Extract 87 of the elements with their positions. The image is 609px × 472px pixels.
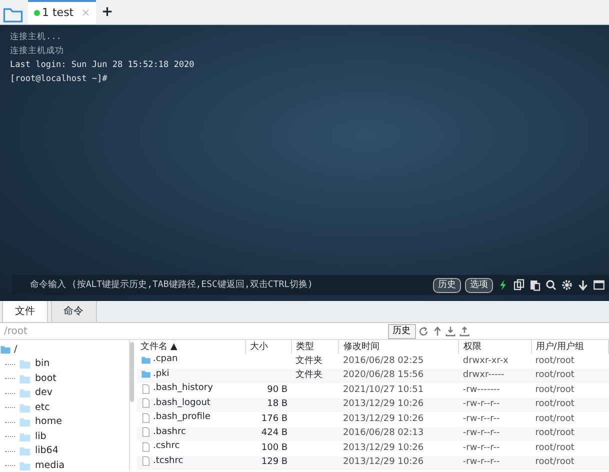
file-name-cell[interactable]: .bash_history: [136, 383, 246, 398]
table-cell: root/root: [531, 383, 608, 398]
table-cell: 18 B: [245, 398, 292, 412]
table-cell: 2013/12/29 10:26: [338, 412, 459, 426]
add-tab-button[interactable]: +: [101, 2, 114, 22]
table-cell: 文件夹: [292, 368, 339, 383]
folder-icon: [18, 358, 32, 370]
table-cell: 2013/12/29 10:26: [338, 398, 459, 412]
tree-item[interactable]: bin: [0, 357, 129, 372]
file-name-cell[interactable]: .cpan: [136, 354, 246, 368]
table-cell: root/root: [531, 354, 608, 368]
table-cell: 129 B: [245, 456, 292, 470]
table-cell: -rw-r--r--: [458, 412, 532, 426]
refresh-icon[interactable]: [418, 326, 429, 336]
session-tab[interactable]: 1 test ×: [28, 0, 96, 24]
file-name-cell[interactable]: .tcshrc: [136, 456, 246, 470]
download-icon[interactable]: [445, 326, 456, 336]
panel-tab[interactable]: 文件: [2, 299, 48, 322]
folder-icon: [18, 430, 32, 443]
tree-item[interactable]: home: [0, 415, 129, 430]
folder-icon: [18, 387, 32, 400]
table-cell: -rw-------: [458, 383, 532, 398]
settings-icon[interactable]: [561, 279, 573, 291]
table-cell: 2021/10/27 10:51: [338, 383, 459, 398]
folder-icon: [18, 416, 32, 428]
table-cell: 2013/12/29 10:26: [338, 456, 459, 470]
table-cell: 176 B: [245, 412, 292, 426]
scrollbar: [130, 342, 134, 402]
table-cell: 2016/06/28 02:13: [338, 426, 459, 441]
table-cell: -rw-r--r--: [458, 398, 532, 412]
column-header[interactable]: 类型: [292, 340, 339, 354]
tree-item[interactable]: dev: [0, 386, 129, 400]
column-header[interactable]: 文件名 ▲: [136, 340, 246, 354]
search-icon[interactable]: [545, 279, 557, 291]
panel-tab[interactable]: 命令: [50, 300, 96, 322]
folder-icon: [18, 445, 32, 458]
table-cell: 2013/12/29 10:26: [338, 441, 459, 456]
tree-item[interactable]: /: [0, 342, 129, 357]
terminal-line: [root@localhost ~]#: [10, 73, 108, 86]
table-cell: 424 B: [245, 426, 292, 441]
file-name-cell[interactable]: .bashrc: [136, 426, 246, 441]
table-cell: 2016/06/28 02:25: [338, 354, 459, 368]
table-cell: root/root: [531, 441, 608, 456]
window-icon[interactable]: [593, 279, 605, 291]
folder-icon: [18, 372, 32, 385]
terminal-line: Last login: Sun Jun 28 15:52:18 2020: [10, 59, 196, 72]
folder-icon: [18, 402, 32, 414]
table-cell: 100 B: [245, 441, 292, 456]
table-cell: -rw-r--r--: [458, 426, 532, 441]
table-cell: 2020/06/28 15:56: [338, 368, 459, 383]
file-name-cell[interactable]: .pki: [136, 368, 246, 383]
table-cell: root/root: [531, 426, 608, 441]
tree-item[interactable]: lib64: [0, 444, 129, 458]
table-cell: -rw-r--r--: [458, 441, 532, 456]
copy-icon[interactable]: [513, 279, 525, 291]
column-header[interactable]: 修改时间: [338, 340, 459, 354]
tree-item[interactable]: etc: [0, 400, 129, 415]
table-cell: drwxr-xr-x: [458, 354, 532, 368]
table-cell: -rw-r--r--: [458, 456, 532, 470]
file-name-cell[interactable]: .bash_profile: [136, 412, 246, 426]
history-button[interactable]: 历史: [388, 324, 416, 338]
table-cell: drwxr-----: [458, 368, 532, 383]
table-cell: root/root: [531, 398, 608, 412]
table-cell: root/root: [531, 412, 608, 426]
column-header[interactable]: 权限: [458, 340, 532, 354]
table-cell: 90 B: [245, 383, 292, 398]
column-header[interactable]: 大小: [245, 340, 292, 354]
toolbar-button[interactable]: 选项: [465, 278, 493, 292]
upload-icon[interactable]: [458, 326, 470, 336]
paste-icon[interactable]: [529, 279, 541, 291]
up-arrow-icon[interactable]: [432, 326, 442, 336]
tree-item[interactable]: boot: [0, 372, 129, 386]
folder-icon: [0, 344, 11, 356]
table-cell: 文件夹: [292, 354, 339, 368]
file-name-cell[interactable]: .bash_logout: [136, 398, 246, 412]
command-input-field[interactable]: 命令输入 (按ALT键提示历史,TAB键路径,ESC键返回,双击CTRL切换) 历史 选项: [12, 275, 609, 295]
folder-icon: [18, 460, 32, 471]
toolbar-button[interactable]: 历史: [433, 278, 461, 292]
down-arrow-icon[interactable]: [577, 279, 589, 291]
table-cell: root/root: [531, 368, 608, 383]
table-cell: root/root: [531, 456, 608, 470]
terminal-line: 连接主机...: [10, 30, 62, 44]
tree-item[interactable]: lib: [0, 430, 129, 444]
column-header[interactable]: 用户/用户组: [531, 340, 608, 354]
tree-item[interactable]: media: [0, 458, 129, 471]
file-name-cell[interactable]: .cshrc: [136, 441, 246, 456]
terminal-line: 连接主机成功: [10, 44, 65, 58]
